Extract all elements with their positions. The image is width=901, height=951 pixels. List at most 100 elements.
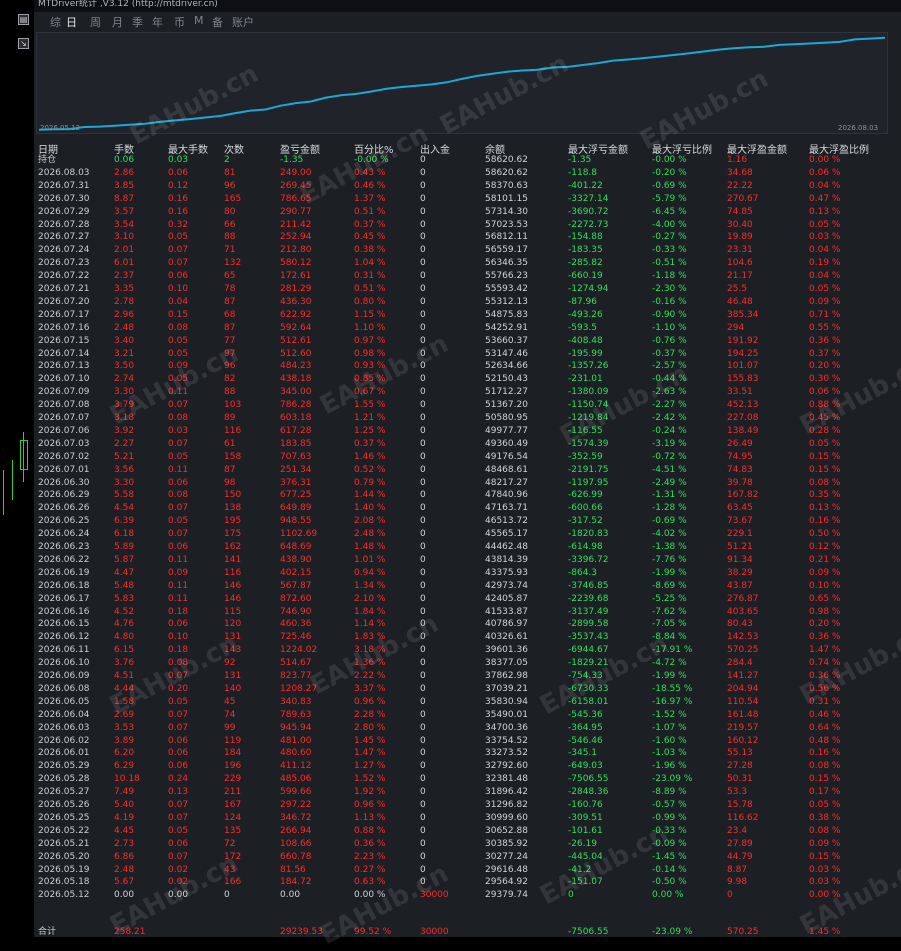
- table-row[interactable]: 2026.07.01 3.56 0.11 87 251.34 0.52 % 0 48468.6…: [34, 464, 901, 477]
- table-cell: 2026.05.21: [38, 838, 90, 849]
- table-row[interactable]: 2026.07.23 6.01 0.07 132 580.12 1.04 % 0 56346.…: [34, 257, 901, 270]
- table-row[interactable]: 2026.07.03 2.27 0.07 61 183.85 0.37 % 0 49360.4…: [34, 438, 901, 451]
- table-row[interactable]: 2026.07.22 2.37 0.06 65 172.61 0.31 % 0 55766.2…: [34, 270, 901, 283]
- table-row[interactable]: 2026.06.30 3.30 0.06 98 376.31 0.79 % 0 48217.2…: [34, 477, 901, 490]
- table-row[interactable]: 2026.07.28 3.54 0.32 66 211.42 0.37 % 0 57023.5…: [34, 219, 901, 232]
- table-cell: 402.15: [280, 567, 312, 578]
- table-cell: -1357.26: [568, 361, 609, 372]
- table-cell: 0.18: [168, 645, 189, 656]
- table-row[interactable]: 2026.06.18 5.48 0.11 146 567.87 1.34 % 0 42973.…: [34, 580, 901, 593]
- table-cell: 162: [224, 542, 242, 552]
- tab-2[interactable]: 周: [90, 14, 101, 30]
- table-row[interactable]: 2026.07.17 2.96 0.15 68 622.92 1.15 % 0 54875.8…: [34, 309, 901, 322]
- tab-5[interactable]: 年: [152, 14, 163, 30]
- tab-8[interactable]: 备: [212, 14, 223, 30]
- table-row[interactable]: 2026.05.22 4.45 0.05 135 266.94 0.88 % 0 30652.…: [34, 825, 901, 838]
- table-row[interactable]: 2026.05.27 7.49 0.13 211 599.66 1.92 % 0 31896.…: [34, 786, 901, 799]
- table-row[interactable]: 2026.07.21 3.35 0.10 78 281.29 0.51 % 0 55593.4…: [34, 283, 901, 296]
- table-row[interactable]: 2026.07.06 3.92 0.03 116 617.28 1.25 % 0 49977.…: [34, 425, 901, 438]
- table-row[interactable]: 2026.06.11 6.15 0.18 143 1224.02 3.18 % 0 39601…: [34, 644, 901, 657]
- table-cell: 1.04 %: [354, 258, 386, 269]
- table-row[interactable]: 2026.06.05 1.58 0.05 45 340.83 0.96 % 0 35830.9…: [34, 696, 901, 709]
- table-row[interactable]: 2026.07.13 3.50 0.09 96 484.23 0.93 % 0 52634.6…: [34, 360, 901, 373]
- table-row[interactable]: 2026.06.26 4.54 0.07 138 649.89 1.40 % 0 47163.…: [34, 502, 901, 515]
- table-row[interactable]: 2026.07.27 3.10 0.05 88 252.94 0.45 % 0 56812.1…: [34, 231, 901, 244]
- resize-icon[interactable]: ↘: [18, 38, 29, 49]
- table-row[interactable]: 2026.06.01 6.20 0.06 184 480.60 1.47 % 0 33273.…: [34, 747, 901, 760]
- table-row[interactable]: 2026.06.02 3.89 0.06 119 481.00 1.45 % 0 33754.…: [34, 735, 901, 748]
- table-row[interactable]: 2026.06.22 5.87 0.11 141 438.90 1.01 % 0 43814.…: [34, 554, 901, 567]
- table-cell: 0.07: [168, 709, 189, 720]
- table-cell: 101.07: [727, 361, 759, 372]
- tab-4[interactable]: 季: [132, 14, 143, 30]
- table-row[interactable]: 2026.07.15 3.40 0.05 77 512.61 0.97 % 0 53660.3…: [34, 335, 901, 348]
- table-row[interactable]: 2026.06.03 3.53 0.07 99 945.94 2.80 % 0 34700.3…: [34, 722, 901, 735]
- tab-9[interactable]: 账户: [232, 14, 254, 30]
- table-row[interactable]: 2026.07.30 8.87 0.16 165 786.65 1.37 % 0 58101.…: [34, 193, 901, 206]
- table-row[interactable]: 2026.07.09 3.30 0.11 88 345.00 0.67 % 0 51712.2…: [34, 386, 901, 399]
- table-row[interactable]: 2026.07.20 2.78 0.04 87 436.30 0.80 % 0 55312.1…: [34, 296, 901, 309]
- holding-row[interactable]: 持仓 0.06 0.03 2 -1.35 -0.00 % 0 58620.62 -1.35 -0.…: [34, 154, 901, 167]
- table-row[interactable]: 2026.06.15 4.76 0.06 120 460.36 1.14 % 0 40786.…: [34, 618, 901, 631]
- table-cell: 789.63: [280, 709, 312, 720]
- table-row[interactable]: 2026.06.25 6.39 0.05 195 948.55 2.08 % 0 46513.…: [34, 515, 901, 528]
- table-row[interactable]: 2026.06.19 4.47 0.09 116 402.15 0.94 % 0 43375.…: [34, 567, 901, 580]
- table-row[interactable]: 2026.05.21 2.73 0.06 72 108.66 0.36 % 0 30385.9…: [34, 838, 901, 851]
- tab-7[interactable]: M: [194, 14, 204, 27]
- table-cell: 49176.54: [485, 451, 528, 462]
- table-row[interactable]: 2026.07.08 3.79 0.07 103 786.28 1.55 % 0 51367.…: [34, 399, 901, 412]
- table-cell: 0.15 %: [809, 851, 841, 862]
- table-cell: 80.43: [727, 619, 753, 630]
- table-cell: -7506.55: [568, 774, 609, 785]
- table-row[interactable]: 2026.07.02 5.21 0.05 158 707.63 1.46 % 0 49176.…: [34, 451, 901, 464]
- table-cell: 4.47: [114, 567, 135, 578]
- table-row[interactable]: 2026.05.19 2.48 0.02 43 81.56 0.27 % 0 29616.48…: [34, 864, 901, 877]
- tab-6[interactable]: 币: [174, 14, 185, 30]
- table-cell: 648.69: [280, 542, 312, 552]
- table-cell: 2026.07.03: [38, 438, 90, 449]
- table-row[interactable]: 2026.07.31 3.85 0.12 96 269.45 0.46 % 0 58370.6…: [34, 180, 901, 193]
- table-cell: 4.80: [114, 632, 135, 643]
- table-row[interactable]: 2026.06.04 2.69 0.07 74 789.63 2.28 % 0 35490.0…: [34, 709, 901, 722]
- table-row[interactable]: 2026.06.12 4.80 0.10 131 725.46 1.83 % 0 40326.…: [34, 631, 901, 644]
- table-row[interactable]: 2026.07.16 2.48 0.08 87 592.64 1.10 % 0 54252.9…: [34, 322, 901, 335]
- tab-1[interactable]: 日: [66, 14, 77, 30]
- table-row[interactable]: 2026.06.09 4.51 0.07 131 823.77 2.22 % 0 37862.…: [34, 670, 901, 683]
- table-cell: 1.36 %: [354, 658, 386, 669]
- table-cell: 0.27 %: [354, 864, 386, 875]
- table-row[interactable]: 2026.06.29 5.58 0.08 150 677.25 1.44 % 0 47840.…: [34, 489, 901, 502]
- table-row[interactable]: 2026.07.10 2.74 0.05 82 438.18 0.85 % 0 52150.4…: [34, 373, 901, 386]
- table-cell: 4.45: [114, 825, 135, 836]
- table-row[interactable]: 2026.05.12 0.00 0.00 0 0.00 0.00 % 30000 29379.…: [34, 889, 901, 902]
- table-row[interactable]: 2026.07.29 3.57 0.16 80 290.77 0.51 % 0 57314.3…: [34, 206, 901, 219]
- table-row[interactable]: 2026.05.26 5.40 0.07 167 297.22 0.96 % 0 31296.…: [34, 799, 901, 812]
- table-cell: 0: [420, 335, 426, 346]
- table-cell: 1.55 %: [354, 400, 386, 411]
- table-row[interactable]: 2026.05.20 6.86 0.07 172 660.78 2.23 % 0 30277.…: [34, 851, 901, 864]
- table-row[interactable]: 2026.06.16 4.52 0.18 115 746.90 1.84 % 0 41533.…: [34, 606, 901, 619]
- table-row[interactable]: 2026.05.25 4.19 0.07 124 346.72 1.13 % 0 30999.…: [34, 812, 901, 825]
- table-cell: -545.36: [568, 709, 603, 720]
- table-row[interactable]: 2026.06.10 3.76 0.08 92 514.67 1.36 % 0 38377.0…: [34, 657, 901, 670]
- table-row[interactable]: 2026.07.14 3.21 0.05 97 512.60 0.98 % 0 53147.4…: [34, 348, 901, 361]
- table-row[interactable]: 2026.06.17 5.83 0.11 146 872.60 2.10 % 0 42405.…: [34, 593, 901, 606]
- list-icon[interactable]: ▤: [18, 14, 29, 25]
- table-cell: 0.15 %: [809, 774, 841, 785]
- table-cell: -1197.95: [568, 477, 609, 488]
- table-row[interactable]: 2026.06.23 5.89 0.06 162 648.69 1.48 % 0 44462.…: [34, 541, 901, 554]
- table-cell: 2026.07.30: [38, 193, 90, 204]
- table-row[interactable]: 2026.06.24 6.18 0.07 175 1102.69 2.48 % 0 45565…: [34, 528, 901, 541]
- table-row[interactable]: 2026.05.28 10.18 0.24 229 485.06 1.52 % 0 32381…: [34, 773, 901, 786]
- table-row[interactable]: 2026.08.03 2.86 0.06 81 249.00 0.43 % 0 58620.6…: [34, 167, 901, 180]
- table-row[interactable]: 2026.07.07 3.18 0.08 89 603.18 1.21 % 0 50580.9…: [34, 412, 901, 425]
- tab-3[interactable]: 月: [112, 14, 123, 30]
- table-cell: 0.05: [168, 335, 189, 346]
- table-row[interactable]: 2026.05.29 6.29 0.06 196 411.12 1.27 % 0 32792.…: [34, 760, 901, 773]
- tab-0[interactable]: 综: [50, 14, 61, 30]
- table-cell: -1150.74: [568, 400, 609, 411]
- table-row[interactable]: 2026.06.08 4.44 0.20 140 1208.27 3.37 % 0 37039…: [34, 683, 901, 696]
- table-cell: 30000: [420, 890, 449, 901]
- table-row[interactable]: 2026.05.18 5.67 0.02 166 184.72 0.63 % 0 29564.…: [34, 876, 901, 889]
- table-row[interactable]: 2026.07.24 2.01 0.07 71 212.80 0.38 % 0 56559.1…: [34, 244, 901, 257]
- table-cell: 2026.07.07: [38, 413, 90, 423]
